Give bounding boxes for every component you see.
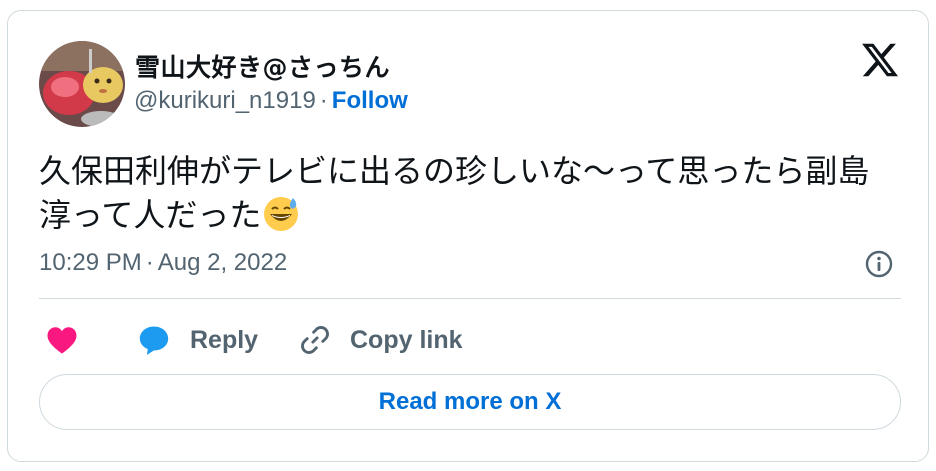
reply-button[interactable]: Reply [136,320,258,360]
copy-link-label: Copy link [350,325,463,354]
reply-label: Reply [190,325,259,354]
separator: · [319,87,328,114]
heart-icon [47,327,77,354]
x-logo-icon[interactable] [859,40,901,80]
reply-bubble-icon [139,326,169,355]
info-icon[interactable] [864,249,894,279]
tweet-card: 雪山大好き@さっちん @kurikuri_n1919 · Follow 久保田利伸が… [7,10,929,462]
tweet-text: 久保田利伸がテレビに出るの珍しいな〜って思ったら副島淳って人だった [39,149,899,237]
handle[interactable]: @kurikuri_n1919 [134,87,316,114]
grinning-face-with-sweat-emoji [264,197,299,231]
handle-row: @kurikuri_n1919 · Follow [134,87,408,115]
link-icon [301,326,329,354]
copy-link-button[interactable]: Copy link [298,320,463,360]
tweet-time[interactable]: 10:29 PM [39,249,142,276]
follow-button[interactable]: Follow [332,87,408,114]
timestamp[interactable]: 10:29 PM · Aug 2, 2022 [39,249,287,277]
avatar[interactable] [39,41,125,127]
display-name[interactable]: 雪山大好き@さっちん [135,48,390,84]
like-button[interactable] [44,320,80,360]
tweet-date[interactable]: Aug 2, 2022 [158,249,287,276]
read-more-button[interactable]: Read more on X [39,374,901,430]
separator: · [145,249,154,276]
tweet-body: 久保田利伸がテレビに出るの珍しいな〜って思ったら副島淳って人だった [39,152,870,234]
divider [39,298,901,299]
